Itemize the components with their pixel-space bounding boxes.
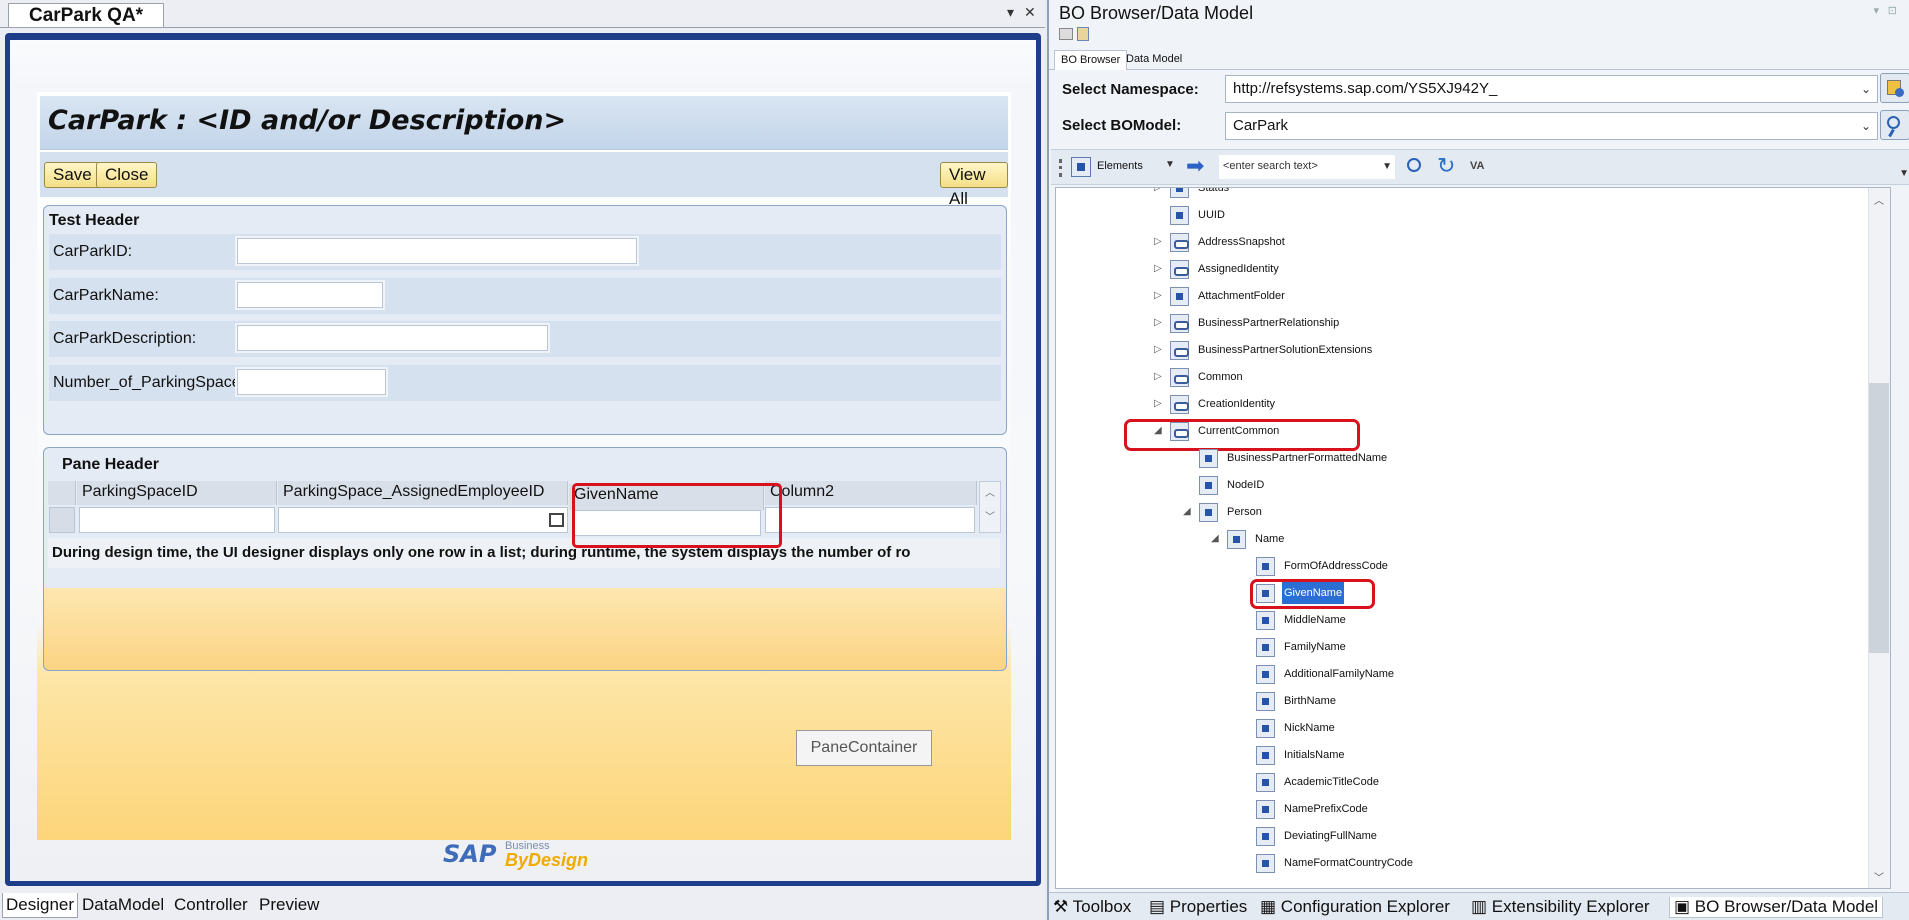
dock-icon[interactable]: ⊡ xyxy=(1888,4,1897,17)
elements-filter-icon[interactable] xyxy=(1071,157,1091,177)
row-selector[interactable] xyxy=(49,507,75,533)
tab-bo-browser-data-model[interactable]: ▣ BO Browser/Data Model xyxy=(1669,897,1884,918)
section-title: Pane Header xyxy=(62,456,159,473)
tab-dropdown-icon[interactable]: ▾ xyxy=(1007,4,1014,21)
page-title-bar: CarPark : <ID and/or Description> xyxy=(40,96,1008,150)
panel-title: BO Browser/Data Model xyxy=(1059,3,1254,23)
highlight-givenname xyxy=(1250,579,1375,609)
form-row-carparkname: CarParkName: xyxy=(49,278,1001,314)
carparkdescription-input[interactable] xyxy=(237,325,548,351)
bo-browser-icon: ▣ xyxy=(1674,897,1691,916)
document-icon[interactable] xyxy=(1077,27,1089,41)
namespace-label: Select Namespace: xyxy=(1062,81,1199,98)
bomodel-combobox[interactable]: CarPark ⌄ xyxy=(1225,112,1878,140)
toolbar-overflow-icon[interactable]: ▼ xyxy=(1899,168,1909,179)
va-button[interactable]: VA xyxy=(1470,160,1484,172)
search-bo-icon[interactable] xyxy=(1880,110,1909,140)
tab-bo-browser[interactable]: BO Browser xyxy=(1054,50,1128,70)
tab-properties[interactable]: ▤ Properties xyxy=(1149,897,1247,917)
close-button[interactable]: Close xyxy=(96,162,158,188)
tab-extensibility-explorer[interactable]: ▥ Extensibility Explorer xyxy=(1471,897,1650,917)
field-label: CarParkName: xyxy=(53,287,159,304)
scrollbar-thumb[interactable] xyxy=(1869,383,1889,653)
floorplan: CarPark : <ID and/or Description> Save C… xyxy=(37,92,1011,840)
extensibility-icon: ▥ xyxy=(1471,897,1488,916)
sap-bydesign-logo: SAP Business ByDesign xyxy=(443,840,589,870)
elements-filter-label[interactable]: Elements xyxy=(1097,160,1143,172)
tab-configuration-explorer[interactable]: ▦ Configuration Explorer xyxy=(1260,897,1450,917)
configuration-icon: ▦ xyxy=(1260,897,1277,916)
namespace-combobox[interactable]: http://refsystems.sap.com/YS5XJ942Y_ ⌄ xyxy=(1225,75,1878,103)
column-header-column2[interactable]: Column2 xyxy=(765,481,977,505)
chevron-down-icon[interactable]: ⌄ xyxy=(1861,113,1871,139)
pane-container-button[interactable]: PaneContainer xyxy=(796,730,932,766)
namespace-action-icon[interactable] xyxy=(1880,73,1909,103)
tab-controller[interactable]: Controller xyxy=(171,893,251,918)
tab-designer[interactable]: Designer xyxy=(2,893,79,918)
form-row-carparkdescription: CarParkDescription: xyxy=(49,321,1001,357)
grid-view-icon[interactable] xyxy=(1059,28,1073,40)
column2-cell[interactable] xyxy=(765,507,975,533)
column-header-parkingspaceid[interactable]: ParkingSpaceID xyxy=(77,481,277,505)
close-tab-icon[interactable]: ✕ xyxy=(1024,4,1036,21)
filter-toolbar: Elements ▼ ➡ <enter search text> ▼ ↻ VA … xyxy=(1051,149,1909,185)
test-header-section: Test Header CarParkID: CarParkName: CarP… xyxy=(43,205,1007,435)
assignedemployeeid-cell[interactable] xyxy=(278,507,568,533)
highlight-givenname-column xyxy=(572,483,782,548)
document-tab[interactable]: CarPark QA* xyxy=(8,3,165,28)
parkingspaceid-cell[interactable] xyxy=(79,507,275,533)
carparkname-input[interactable] xyxy=(237,282,383,308)
row-selector-header xyxy=(48,481,76,505)
bo-tree: ▷ Status UUID ▷ AddressSnapshot ▷ AssignedI… xyxy=(1055,187,1891,889)
field-label: CarParkID: xyxy=(53,243,133,260)
toolbox-icon: ⚒ xyxy=(1053,897,1069,916)
tab-data-model[interactable]: Data Model xyxy=(1120,50,1188,70)
tree-scrollbar[interactable]: ︿ ﹀ xyxy=(1868,188,1890,888)
tab-toolbox[interactable]: ⚒ Toolbox xyxy=(1053,897,1131,917)
designer-frame: CarPark : <ID and/or Description> Save C… xyxy=(5,33,1041,886)
search-input[interactable]: <enter search text> ▼ xyxy=(1219,155,1395,179)
value-help-icon[interactable] xyxy=(549,513,564,527)
chevron-down-icon[interactable]: ⌄ xyxy=(1861,76,1871,102)
bo-browser-panel: BO Browser/Data Model ▾ ⊡ BO Browser Dat… xyxy=(1047,0,1909,920)
designer-canvas: CarPark : <ID and/or Description> Save C… xyxy=(10,40,1036,881)
go-arrow-icon[interactable]: ➡ xyxy=(1186,153,1204,179)
properties-icon: ▤ xyxy=(1149,897,1166,916)
chevron-down-icon[interactable]: ▼ xyxy=(1165,159,1175,170)
page-title: CarPark : <ID and/or Description> xyxy=(48,105,567,136)
save-button[interactable]: Save xyxy=(44,162,101,188)
toolbar: Save Close View All xyxy=(40,152,1008,208)
chevron-down-icon[interactable]: ▼ xyxy=(1382,161,1392,172)
tab-datamodel[interactable]: DataModel xyxy=(79,893,167,918)
view-all-button[interactable]: View All xyxy=(940,162,1008,208)
designer-panel: CarPark QA* ▾ ✕ CarPark : <ID and/or Des… xyxy=(0,0,1045,920)
pane-section: Pane Header ParkingSpaceID ParkingSpace_… xyxy=(43,447,1007,671)
column-header-assignedemployeeid[interactable]: ParkingSpace_AssignedEmployeeID xyxy=(278,481,568,505)
number-of-parkingspaces-input[interactable] xyxy=(237,369,386,395)
table-scrollbar[interactable]: ︿ ﹀ xyxy=(979,481,1001,533)
carparkid-input[interactable] xyxy=(237,238,637,264)
section-title: Test Header xyxy=(49,212,140,229)
field-label: Number_of_ParkingSpaces: xyxy=(53,374,254,391)
refresh-icon[interactable]: ↻ xyxy=(1437,153,1455,179)
search-icon[interactable] xyxy=(1407,158,1421,172)
design-time-note: During design time, the UI designer disp… xyxy=(48,538,1000,568)
bomodel-label: Select BOModel: xyxy=(1062,117,1182,134)
tab-preview[interactable]: Preview xyxy=(256,893,322,918)
field-label: CarParkDescription: xyxy=(53,330,197,347)
form-row-carparkid: CarParkID: xyxy=(49,234,1001,270)
form-row-number-of-parkingspaces: Number_of_ParkingSpaces: xyxy=(49,365,1001,401)
pin-icon[interactable]: ▾ xyxy=(1873,4,1879,17)
